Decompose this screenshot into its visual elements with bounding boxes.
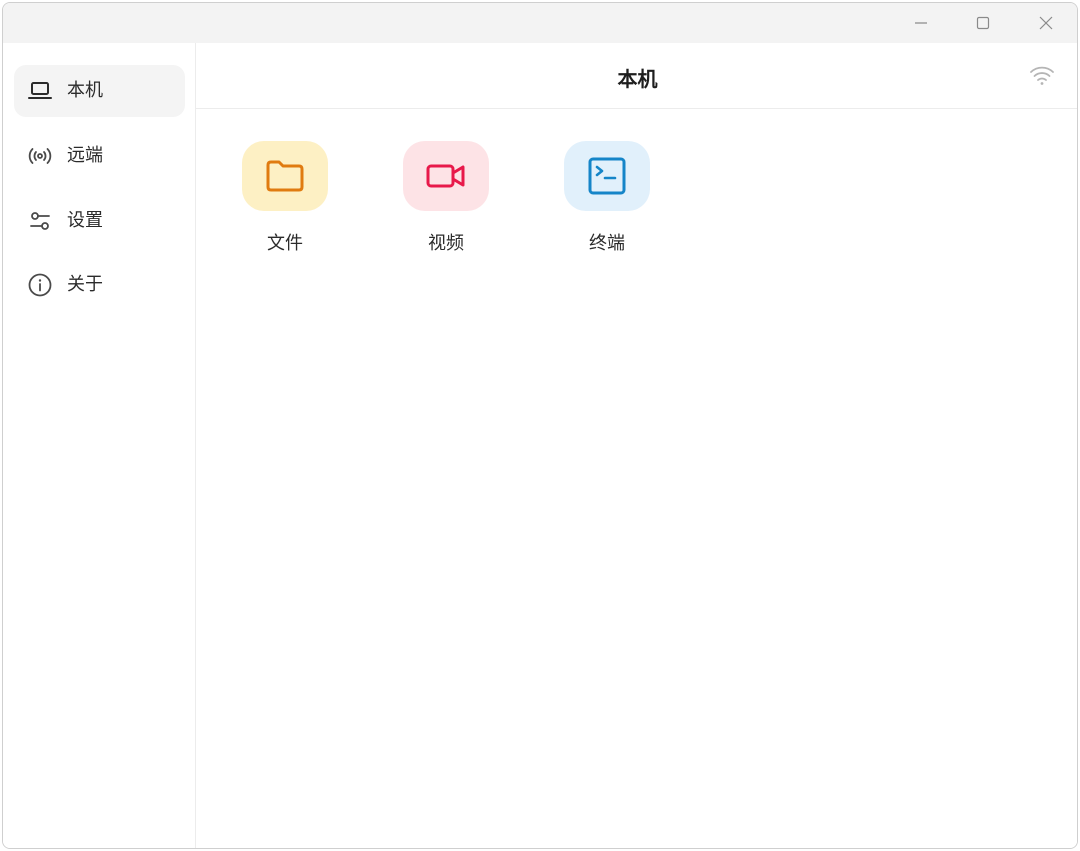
info-icon (27, 272, 53, 298)
sidebar-item-label: 关于 (67, 274, 103, 295)
video-camera-icon (426, 164, 465, 188)
settings-sliders-icon (27, 208, 53, 234)
sidebar-item-label: 设置 (67, 210, 103, 231)
folder-icon (266, 160, 304, 192)
tile-label: 视频 (428, 233, 464, 254)
sidebar-item-remote[interactable]: 远端 (14, 130, 185, 182)
sidebar-item-settings[interactable]: 设置 (14, 195, 185, 247)
wifi-icon[interactable] (1029, 65, 1055, 87)
tile-icon-box (564, 141, 650, 211)
tile-files[interactable]: 文件 (242, 141, 328, 255)
app-window: 本机 远端 设置 关于 本机 文件 视频 终端 (2, 2, 1078, 849)
minimize-icon (915, 22, 927, 24)
broadcast-icon (27, 143, 53, 169)
tile-icon-box (242, 141, 328, 211)
minimize-button[interactable] (891, 3, 951, 43)
terminal-icon (588, 157, 626, 195)
laptop-icon (27, 78, 53, 104)
sidebar-item-label: 本机 (67, 80, 103, 101)
close-button[interactable] (1016, 3, 1076, 43)
page-header: 本机 (196, 43, 1077, 109)
tile-video[interactable]: 视频 (403, 141, 489, 255)
sidebar-item-about[interactable]: 关于 (14, 259, 185, 311)
page-title: 本机 (617, 67, 658, 91)
tile-terminal[interactable]: 终端 (564, 141, 650, 255)
main-content: 本机 文件 视频 终端 (196, 43, 1077, 848)
maximize-button[interactable] (953, 3, 1013, 43)
sidebar-item-local[interactable]: 本机 (14, 65, 185, 117)
tile-label: 文件 (267, 233, 303, 254)
tile-label: 终端 (589, 233, 625, 254)
title-bar (3, 3, 1077, 43)
close-icon (1039, 16, 1053, 30)
maximize-icon (976, 16, 990, 30)
sidebar-item-label: 远端 (67, 145, 103, 166)
tile-icon-box (403, 141, 489, 211)
sidebar: 本机 远端 设置 关于 (3, 43, 196, 848)
